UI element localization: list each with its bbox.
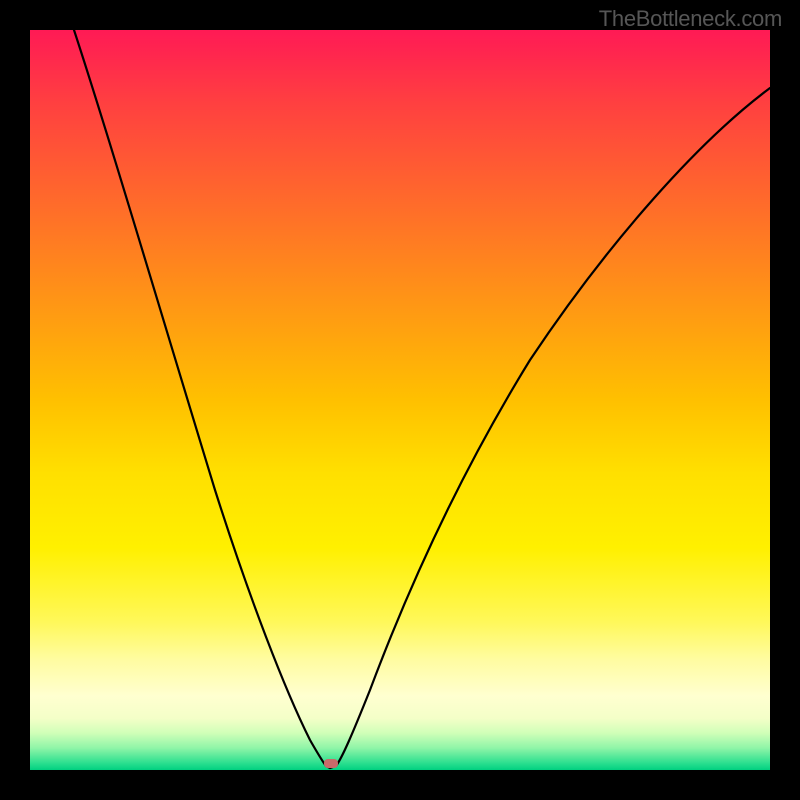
minimum-point-marker (324, 759, 338, 768)
bottleneck-curve-svg (30, 30, 770, 770)
plot-gradient-background (30, 30, 770, 770)
watermark-text: TheBottleneck.com (599, 6, 782, 32)
bottleneck-curve-path (74, 30, 770, 768)
